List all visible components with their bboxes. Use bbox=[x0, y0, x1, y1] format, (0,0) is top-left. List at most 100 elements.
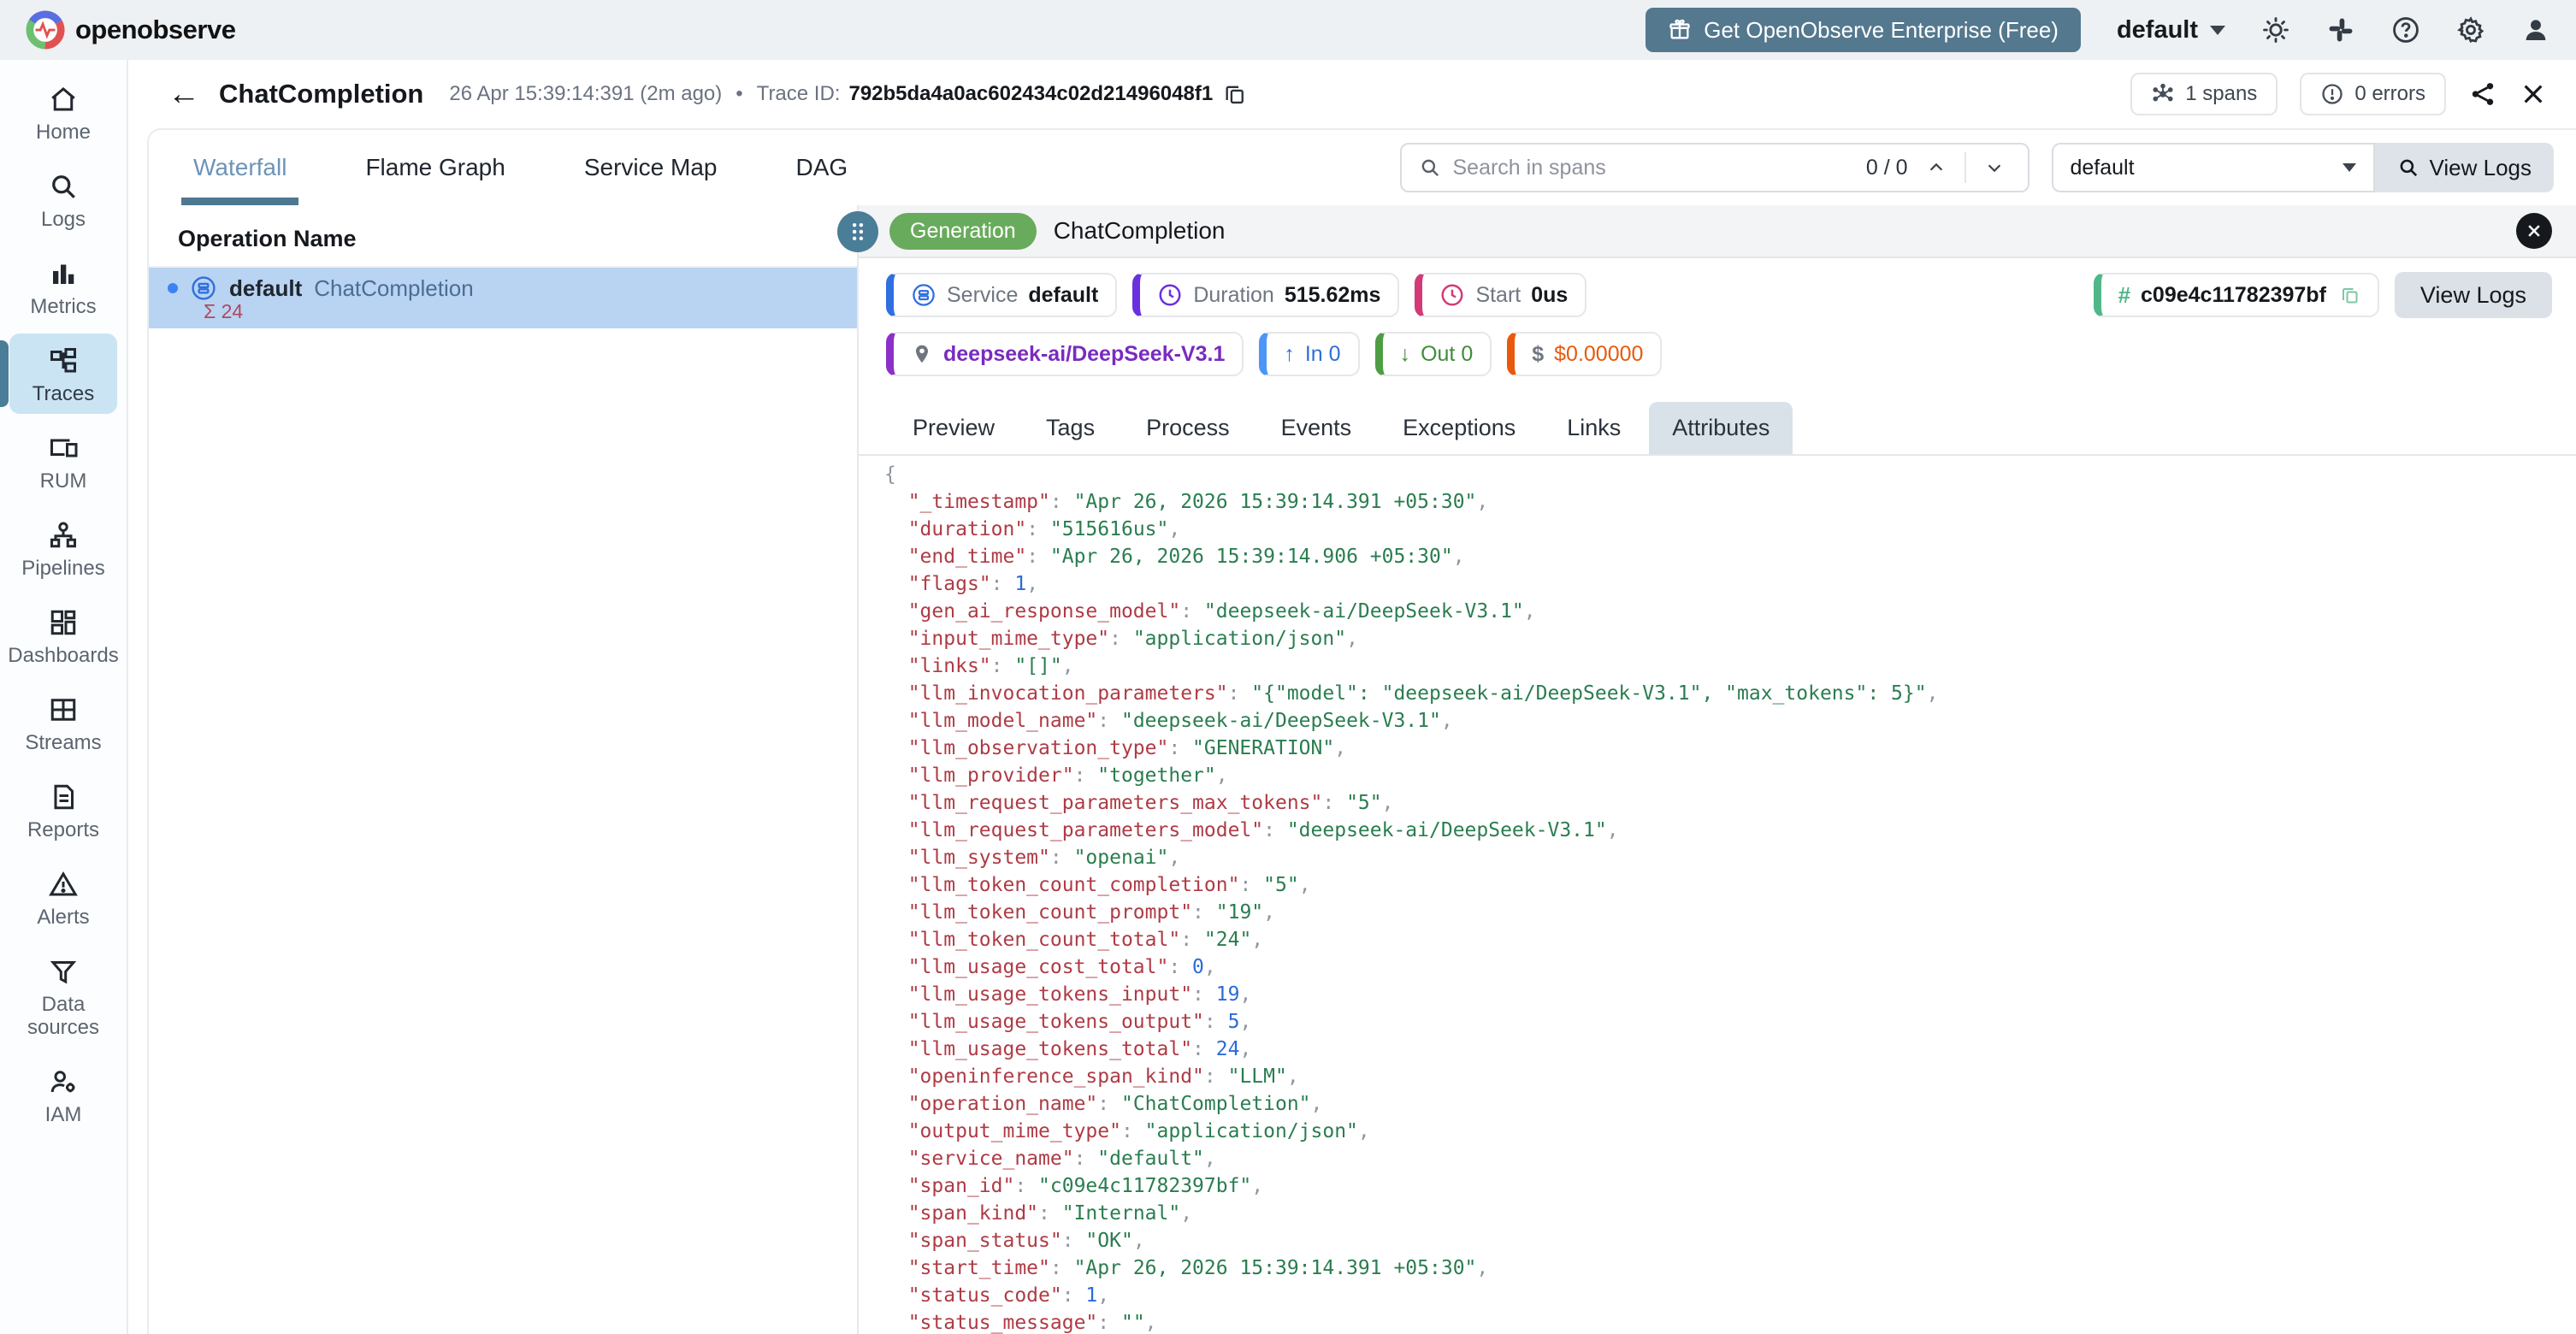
warning-icon bbox=[48, 869, 79, 900]
json-attribute-line: "links": "[]", bbox=[884, 652, 2576, 680]
attributes-json-lines: "_timestamp": "Apr 26, 2026 15:39:14.391… bbox=[884, 488, 2576, 1334]
bar-chart-icon bbox=[48, 258, 79, 289]
json-open-brace: { bbox=[884, 461, 2576, 488]
tab-events[interactable]: Events bbox=[1258, 402, 1375, 454]
json-attribute-line: "span_status": "OK", bbox=[884, 1227, 2576, 1254]
spans-count-badge: 1 spans bbox=[2130, 73, 2278, 115]
top-app-bar: openobserve Get OpenObserve Enterprise (… bbox=[0, 0, 2576, 60]
prev-match-chevron-icon[interactable] bbox=[1920, 158, 1953, 177]
tab-waterfall[interactable]: Waterfall bbox=[193, 130, 287, 205]
search-match-counter: 0 / 0 bbox=[1866, 156, 1908, 180]
stream-dropdown-value: default bbox=[2071, 156, 2135, 180]
sidebar-item-dashboards[interactable]: Dashboards bbox=[9, 595, 117, 676]
clock-icon bbox=[1157, 282, 1183, 308]
logo-wordmark: openobserve bbox=[75, 15, 235, 45]
openobserve-logo: openobserve bbox=[26, 10, 235, 50]
json-attribute-line: "llm_system": "openai", bbox=[884, 844, 2576, 871]
tab-dag[interactable]: DAG bbox=[795, 130, 848, 205]
topbar-actions: Get OpenObserve Enterprise (Free) defaul… bbox=[1645, 8, 2550, 52]
tab-service-map[interactable]: Service Map bbox=[584, 130, 718, 205]
tab-links[interactable]: Links bbox=[1544, 402, 1644, 454]
home-icon bbox=[48, 84, 79, 115]
sidebar-item-logs[interactable]: Logs bbox=[9, 159, 117, 239]
search-icon bbox=[1419, 156, 1441, 179]
copy-span-id-icon[interactable] bbox=[2340, 285, 2360, 305]
duration-badge: Duration 515.62ms bbox=[1132, 273, 1399, 317]
json-attribute-line: "span_kind": "Internal", bbox=[884, 1200, 2576, 1227]
span-row-chatcompletion[interactable]: default ChatCompletion Σ 24 bbox=[149, 268, 857, 328]
share-icon[interactable] bbox=[2468, 80, 2497, 109]
trace-title: ChatCompletion bbox=[219, 79, 423, 109]
json-attribute-line: "llm_request_parameters_model": "deepsee… bbox=[884, 817, 2576, 844]
sidebar-item-streams[interactable]: Streams bbox=[9, 682, 117, 763]
json-attribute-line: "llm_model_name": "deepseek-ai/DeepSeek-… bbox=[884, 707, 2576, 735]
copy-trace-id-icon[interactable] bbox=[1223, 82, 1247, 106]
chevron-down-icon bbox=[2343, 163, 2356, 172]
view-logs-button-span[interactable]: View Logs bbox=[2395, 272, 2552, 318]
sidebar-item-alerts[interactable]: Alerts bbox=[9, 857, 117, 937]
trace-timestamp: 26 Apr 15:39:14:391 (2m ago) bbox=[449, 82, 722, 106]
theme-toggle-icon[interactable] bbox=[2261, 15, 2290, 44]
trace-view-tabs-bar: Waterfall Flame Graph Service Map DAG 0 … bbox=[149, 130, 2576, 205]
span-operation-name: ChatCompletion bbox=[314, 275, 473, 302]
close-span-details-icon[interactable] bbox=[2516, 213, 2552, 249]
tab-flame-graph[interactable]: Flame Graph bbox=[365, 130, 505, 205]
sidebar-nav: Home Logs Metrics Traces RUM Pipelines D… bbox=[0, 60, 128, 1334]
sidebar-item-metrics[interactable]: Metrics bbox=[9, 246, 117, 327]
tab-tags[interactable]: Tags bbox=[1023, 402, 1118, 454]
span-details-header: Generation ChatCompletion bbox=[859, 205, 2576, 258]
errors-count-text: 0 errors bbox=[2354, 82, 2425, 106]
json-attribute-line: "gen_ai_response_model": "deepseek-ai/De… bbox=[884, 598, 2576, 625]
sidebar-item-reports[interactable]: Reports bbox=[9, 770, 117, 850]
json-attribute-line: "service_name": "default", bbox=[884, 1145, 2576, 1172]
tab-process[interactable]: Process bbox=[1123, 402, 1253, 454]
close-trace-icon[interactable] bbox=[2520, 80, 2547, 108]
start-badge: Start 0us bbox=[1415, 273, 1586, 317]
span-search-input[interactable] bbox=[1453, 156, 1854, 180]
trace-nodes-icon bbox=[48, 345, 79, 376]
enterprise-button-label: Get OpenObserve Enterprise (Free) bbox=[1704, 17, 2059, 44]
trace-view-tabs: Waterfall Flame Graph Service Map DAG bbox=[193, 130, 848, 205]
json-attribute-line: "_timestamp": "Apr 26, 2026 15:39:14.391… bbox=[884, 488, 2576, 516]
span-details-title: ChatCompletion bbox=[1054, 217, 1226, 245]
trace-header-bar: ← ChatCompletion 26 Apr 15:39:14:391 (2m… bbox=[128, 60, 2576, 128]
attributes-json-view: { "_timestamp": "Apr 26, 2026 15:39:14.3… bbox=[859, 456, 2576, 1334]
next-match-chevron-icon[interactable] bbox=[1978, 158, 2011, 177]
help-icon[interactable] bbox=[2391, 15, 2420, 44]
service-circle-icon bbox=[190, 274, 217, 302]
user-profile-icon[interactable] bbox=[2521, 15, 2550, 44]
sidebar-item-data-sources[interactable]: Data sources bbox=[9, 944, 117, 1048]
json-attribute-line: "llm_token_count_completion": "5", bbox=[884, 871, 2576, 899]
slack-icon[interactable] bbox=[2326, 15, 2355, 44]
back-arrow-icon[interactable]: ← bbox=[168, 78, 200, 110]
view-logs-button-top[interactable]: View Logs bbox=[2375, 143, 2555, 192]
spans-hub-icon bbox=[2151, 82, 2175, 106]
sidebar-item-iam[interactable]: IAM bbox=[9, 1054, 117, 1135]
sidebar-item-traces[interactable]: Traces bbox=[9, 334, 117, 414]
openobserve-logo-icon bbox=[26, 10, 65, 50]
span-meta-badges-row-1: Service default Duration 515.62ms bbox=[859, 258, 2576, 318]
tab-preview[interactable]: Preview bbox=[889, 402, 1018, 454]
service-circle-icon bbox=[911, 282, 936, 308]
sidebar-item-rum[interactable]: RUM bbox=[9, 421, 117, 501]
gift-icon bbox=[1668, 18, 1692, 42]
tab-exceptions[interactable]: Exceptions bbox=[1380, 402, 1539, 454]
json-attribute-line: "span_id": "c09e4c11782397bf", bbox=[884, 1172, 2576, 1200]
sidebar-item-pipelines[interactable]: Pipelines bbox=[9, 508, 117, 588]
span-id-badge: # c09e4c11782397bf bbox=[2094, 273, 2379, 317]
json-attribute-line: "llm_provider": "together", bbox=[884, 762, 2576, 789]
service-badge: Service default bbox=[886, 273, 1117, 317]
drag-handle[interactable] bbox=[837, 211, 878, 252]
cost-value: $0.00000 bbox=[1554, 342, 1643, 367]
json-attribute-line: "llm_invocation_parameters": "{"model": … bbox=[884, 680, 2576, 707]
json-attribute-line: "llm_usage_cost_total": 0, bbox=[884, 953, 2576, 981]
sidebar-item-home[interactable]: Home bbox=[9, 72, 117, 152]
get-enterprise-button[interactable]: Get OpenObserve Enterprise (Free) bbox=[1645, 8, 2081, 52]
settings-gear-icon[interactable] bbox=[2456, 15, 2485, 44]
organization-dropdown[interactable]: default bbox=[2117, 16, 2225, 44]
json-attribute-line: "operation_name": "ChatCompletion", bbox=[884, 1090, 2576, 1118]
tab-attributes[interactable]: Attributes bbox=[1649, 402, 1793, 454]
span-search-box: 0 / 0 bbox=[1400, 143, 2029, 192]
trace-header-actions: 1 spans 0 errors bbox=[2130, 73, 2547, 115]
stream-dropdown[interactable]: default bbox=[2052, 143, 2375, 192]
